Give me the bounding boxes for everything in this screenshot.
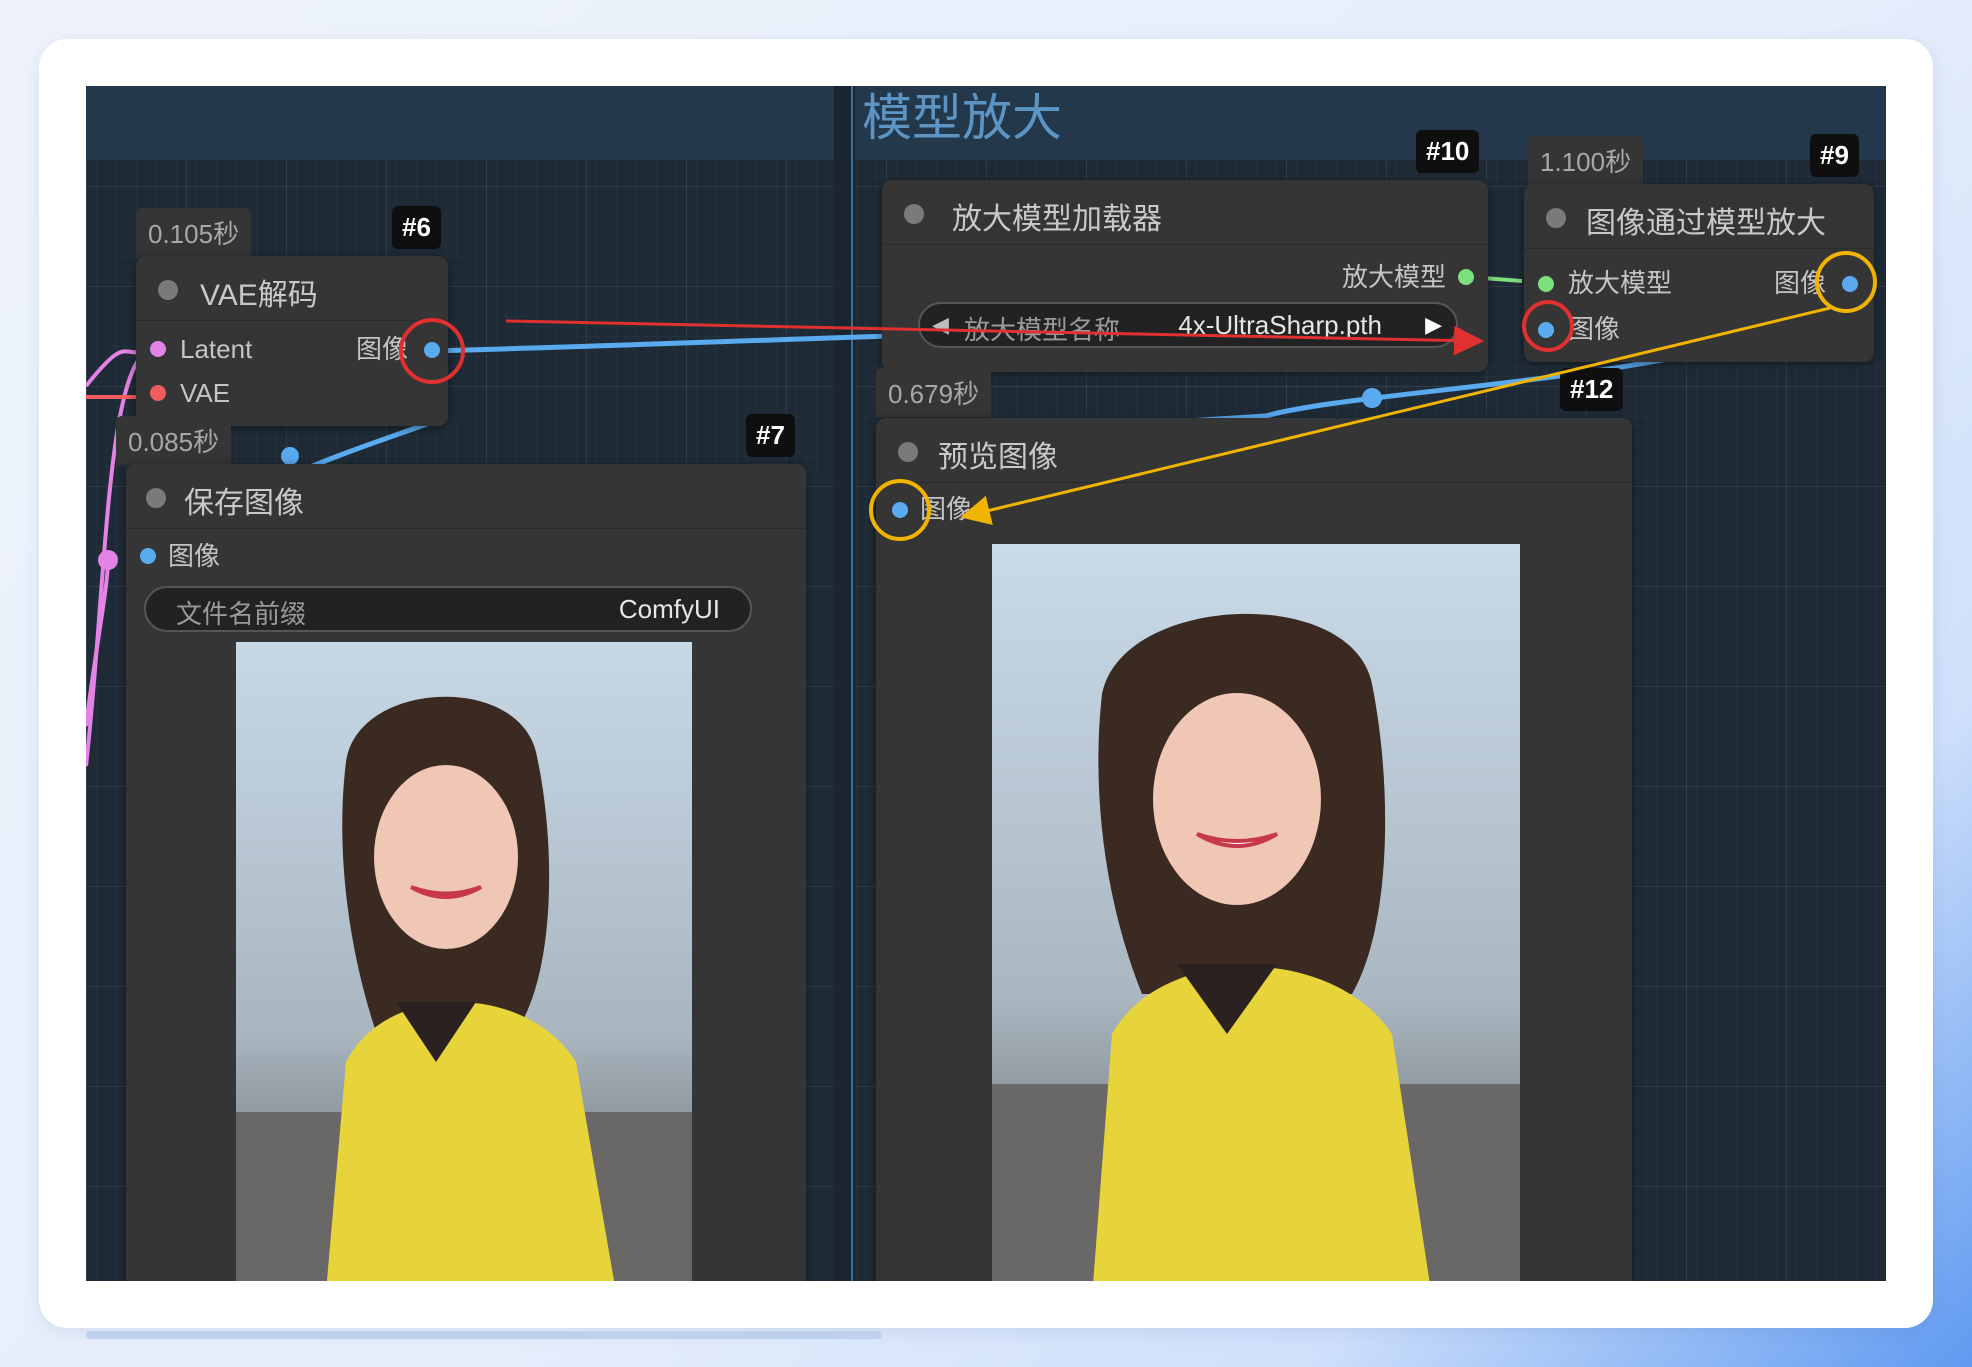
image-output-pin[interactable] xyxy=(424,342,440,358)
image-input-label: 图像 xyxy=(168,541,221,571)
reroute-dot-3 xyxy=(98,550,118,570)
image-input-pin[interactable] xyxy=(140,548,156,564)
upscale-model-output-pin[interactable] xyxy=(1458,269,1474,285)
save-image-timer: 0.085秒 xyxy=(116,416,232,465)
latent-input-label: Latent xyxy=(180,334,253,364)
widget-value: 4x-UltraSharp.pth xyxy=(1178,310,1382,340)
widget-label: 放大模型名称 xyxy=(964,315,1121,345)
node-title: 预览图像 xyxy=(938,441,1058,474)
image-input-label: 图像 xyxy=(920,494,973,524)
image-upscale-with-model-node[interactable]: 图像通过模型放大 放大模型 图像 图像 xyxy=(1524,184,1874,362)
image-output-pin[interactable] xyxy=(1842,276,1858,292)
preview-timer: 0.679秒 xyxy=(876,368,992,417)
node-title: VAE解码 xyxy=(200,279,318,312)
image-input-pin[interactable] xyxy=(1538,322,1554,338)
upscale-model-input-pin[interactable] xyxy=(1538,276,1554,292)
reroute-dot-2 xyxy=(1362,388,1382,408)
photo-portrait-icon xyxy=(992,544,1520,1281)
upscaled-image-preview[interactable] xyxy=(992,544,1520,1281)
preview-id-badge: #12 xyxy=(1560,368,1624,411)
vae-decode-node[interactable]: VAE解码 Latent VAE 图像 xyxy=(136,256,448,426)
save-image-node[interactable]: 保存图像 图像 文件名前缀 ComfyUI xyxy=(126,464,806,1281)
next-arrow-icon[interactable]: ▶ xyxy=(1425,312,1442,338)
reroute-dot xyxy=(281,447,299,465)
status-dot-icon[interactable] xyxy=(898,442,918,462)
photo-portrait-icon xyxy=(236,642,692,1281)
image-input-pin[interactable] xyxy=(892,502,908,518)
image-output-label: 图像 xyxy=(356,334,409,364)
status-dot-icon[interactable] xyxy=(158,280,178,300)
upscale-model-loader-node[interactable]: 放大模型加载器 放大模型 ◀ 放大模型名称 4x-UltraSharp.pth … xyxy=(882,180,1488,372)
node-title: 图像通过模型放大 xyxy=(1586,207,1826,240)
vae-input-pin[interactable] xyxy=(150,385,166,401)
node-graph-canvas[interactable]: 模型放大 0.105秒 #6 VAE解码 Latent VAE 图像 0.085… xyxy=(86,86,1886,1281)
upscale-model-output-label: 放大模型 xyxy=(1342,262,1447,292)
upscale-model-name-widget[interactable]: ◀ 放大模型名称 4x-UltraSharp.pth ▶ xyxy=(918,302,1458,348)
upscale-node-timer: 1.100秒 xyxy=(1528,136,1644,185)
widget-value: ComfyUI xyxy=(618,594,720,624)
latent-input-pin[interactable] xyxy=(150,341,166,357)
upscale-loader-id-badge: #10 xyxy=(1416,130,1480,173)
widget-label: 文件名前缀 xyxy=(176,599,307,629)
preview-image-node[interactable]: 预览图像 图像 xyxy=(876,418,1632,1281)
vae-decode-timer: 0.105秒 xyxy=(136,208,252,257)
image-output-label: 图像 xyxy=(1774,268,1827,298)
vae-input-label: VAE xyxy=(180,378,231,408)
horizontal-scrollbar[interactable] xyxy=(86,1331,882,1339)
upscale-model-input-label: 放大模型 xyxy=(1568,268,1673,298)
vae-decode-id-badge: #6 xyxy=(392,206,441,249)
prev-arrow-icon[interactable]: ◀ xyxy=(932,312,949,338)
status-dot-icon[interactable] xyxy=(146,488,166,508)
save-input-link xyxy=(86,559,110,727)
filename-prefix-widget[interactable]: 文件名前缀 ComfyUI xyxy=(144,586,752,632)
save-image-id-badge: #7 xyxy=(746,414,795,457)
status-dot-icon[interactable] xyxy=(904,204,924,224)
group-title[interactable]: 模型放大 xyxy=(862,86,1062,150)
upscale-node-id-badge: #9 xyxy=(1810,134,1859,177)
saved-image-preview[interactable] xyxy=(236,642,692,1281)
status-dot-icon[interactable] xyxy=(1546,208,1566,228)
image-input-label: 图像 xyxy=(1568,314,1621,344)
node-title: 放大模型加载器 xyxy=(952,203,1162,236)
node-title: 保存图像 xyxy=(184,487,304,520)
group-border xyxy=(851,86,853,1281)
group-header-left xyxy=(86,86,834,160)
